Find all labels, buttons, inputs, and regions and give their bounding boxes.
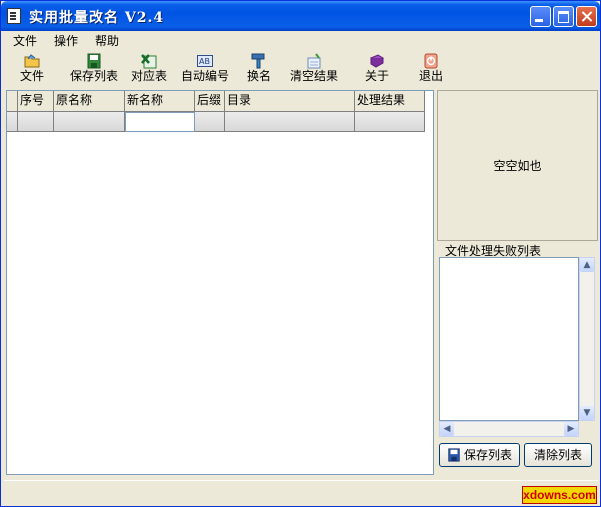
- scroll-left-icon[interactable]: ◀: [440, 422, 454, 436]
- scroll-up-icon[interactable]: ▲: [580, 258, 594, 272]
- cell-directory[interactable]: [225, 112, 355, 132]
- excel-icon: [141, 54, 157, 69]
- exit-icon: [424, 53, 438, 69]
- watermark: xdowns.com: [522, 486, 597, 504]
- toolbar-file-button[interactable]: 文件: [17, 53, 47, 87]
- broom-icon: [307, 53, 321, 69]
- minimize-button[interactable]: [530, 6, 551, 27]
- toolbar-file-label: 文件: [19, 69, 44, 83]
- scroll-down-icon[interactable]: ▼: [580, 406, 594, 420]
- menu-file[interactable]: 文件: [13, 32, 37, 49]
- svg-text:AB: AB: [199, 57, 210, 66]
- toolbar-exit-button[interactable]: 退出: [417, 53, 445, 87]
- cell-index[interactable]: [18, 112, 54, 132]
- menu-operate[interactable]: 操作: [54, 32, 78, 49]
- hammer-icon: [251, 53, 265, 69]
- toolbar-save-list-button[interactable]: 保存列表: [68, 53, 120, 87]
- clear-list-label: 清除列表: [533, 448, 582, 462]
- toolbar-rename-label: 换名: [246, 69, 271, 83]
- table-row[interactable]: [7, 112, 425, 132]
- window-title: 实用批量改名 V2.4: [29, 10, 165, 26]
- toolbar-auto-number-button[interactable]: AB 自动编号: [179, 53, 231, 87]
- grid-header-index[interactable]: 序号: [18, 91, 54, 111]
- grid-header: 序号 原名称 新名称 后缀 目录 处理结果: [7, 91, 425, 112]
- cell-original-name[interactable]: [54, 112, 125, 132]
- save-list-label: 保存列表: [463, 448, 512, 462]
- close-button[interactable]: [576, 6, 597, 27]
- app-icon[interactable]: [7, 8, 21, 24]
- maximize-button[interactable]: [553, 6, 574, 27]
- toolbar-mapping-table-label: 对应表: [130, 69, 167, 83]
- toolbar: 文件 保存列表 对应表 AB 自动编号 换名 清空结果 关于 退出: [4, 51, 598, 87]
- cell-new-name-editor[interactable]: [125, 112, 195, 132]
- clear-list-button[interactable]: 清除列表: [524, 443, 592, 467]
- toolbar-about-button[interactable]: 关于: [363, 53, 391, 87]
- fail-list-vertical-scrollbar[interactable]: ▲ ▼: [579, 257, 595, 421]
- empty-preview-text: 空空如也: [493, 159, 542, 173]
- fail-list-horizontal-scrollbar[interactable]: ◀ ▶: [439, 421, 579, 437]
- scroll-right-icon[interactable]: ▶: [564, 422, 578, 436]
- floppy-disk-icon: [87, 53, 101, 69]
- grid-header-original-name[interactable]: 原名称: [54, 91, 125, 111]
- toolbar-mapping-table-button[interactable]: 对应表: [129, 53, 169, 87]
- file-grid[interactable]: 序号 原名称 新名称 后缀 目录 处理结果: [6, 90, 434, 475]
- book-icon: [369, 54, 385, 68]
- folder-icon: [24, 54, 40, 68]
- row-indicator[interactable]: [7, 112, 18, 132]
- toolbar-clear-results-button[interactable]: 清空结果: [288, 53, 340, 87]
- ab-numbering-icon: AB: [197, 55, 213, 67]
- toolbar-save-list-label: 保存列表: [69, 69, 118, 83]
- main-window: 实用批量改名 V2.4 文件 操作 帮助 文件 保存列表 对应表 AB 自动编号…: [0, 0, 601, 507]
- toolbar-about-label: 关于: [364, 69, 389, 83]
- menu-help[interactable]: 帮助: [95, 32, 119, 49]
- cell-result[interactable]: [355, 112, 425, 132]
- status-bar: [4, 480, 598, 505]
- grid-header-directory[interactable]: 目录: [225, 91, 355, 111]
- grid-header-extension[interactable]: 后缀: [195, 91, 225, 111]
- save-list-button[interactable]: 保存列表: [439, 443, 520, 467]
- grid-header-new-name[interactable]: 新名称: [125, 91, 195, 111]
- toolbar-clear-results-label: 清空结果: [289, 69, 338, 83]
- grid-header-indicator: [7, 91, 18, 111]
- grid-header-result[interactable]: 处理结果: [355, 91, 425, 111]
- toolbar-exit-label: 退出: [418, 69, 443, 83]
- toolbar-auto-number-label: 自动编号: [180, 69, 229, 83]
- title-bar[interactable]: 实用批量改名 V2.4: [1, 1, 600, 31]
- floppy-disk-icon: [448, 448, 460, 462]
- fail-list[interactable]: [439, 257, 579, 421]
- cell-extension[interactable]: [195, 112, 225, 132]
- preview-panel: 空空如也: [437, 90, 598, 241]
- menu-bar: 文件 操作 帮助: [4, 31, 598, 49]
- toolbar-rename-button[interactable]: 换名: [245, 53, 273, 87]
